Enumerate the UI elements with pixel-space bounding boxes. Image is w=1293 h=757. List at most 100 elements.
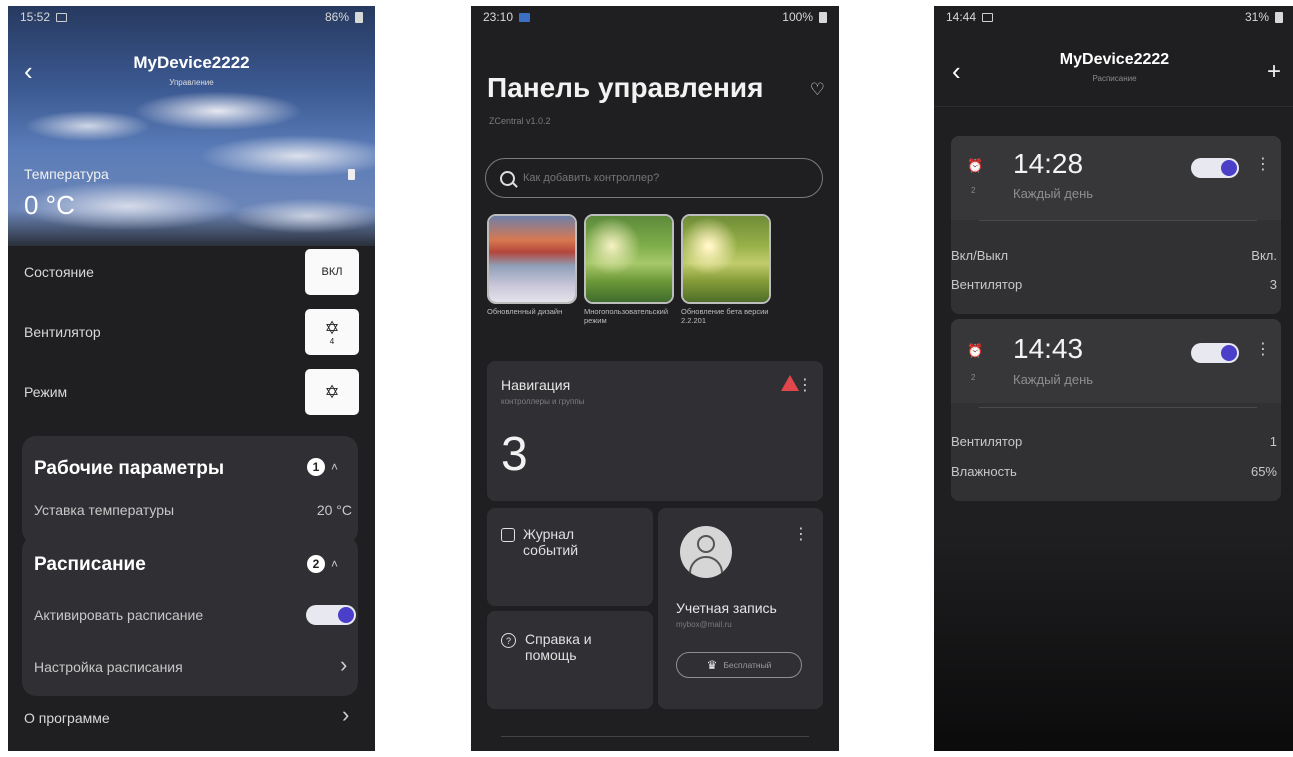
account-tile[interactable]: ⋮ Учетная запись mybox@mail.ru ♛ Бесплат… <box>658 508 823 709</box>
schedule-toggle[interactable] <box>1191 343 1239 363</box>
app-version: ZCentral v1.0.2 <box>489 116 551 126</box>
schedule-time: 14:28 <box>1013 148 1084 179</box>
param-name: Вентилятор <box>951 434 1023 449</box>
temperature-value: 0 °C <box>24 190 75 220</box>
schedule-index: 2 <box>971 186 976 195</box>
story-item[interactable]: Обновленный дизайн <box>487 214 577 317</box>
schedule-settings-label[interactable]: Настройка расписания <box>34 659 183 675</box>
power-button[interactable]: ВКЛ <box>305 249 359 295</box>
working-params-card: Рабочие параметры 1 ˄ Уставка температур… <box>22 436 358 544</box>
controller-count: 3 <box>501 428 528 481</box>
activate-schedule-toggle[interactable] <box>306 605 356 625</box>
param-value: 1 <box>1269 434 1277 449</box>
navigation-subtitle: контроллеры и группы <box>501 397 585 406</box>
alarm-icon: ⏰ <box>967 343 984 358</box>
story-caption: Обновление бета версии 2.2.201 <box>681 307 769 325</box>
schedule-toggle[interactable] <box>1191 158 1239 178</box>
dashboard-screen: 23:10 100% Панель управления ZCentral v1… <box>471 6 839 751</box>
param-name: Вкл/Выкл <box>951 248 1009 263</box>
param-value: 65% <box>1250 464 1277 479</box>
schedule-title: Расписание <box>34 554 146 575</box>
device-control-screen: 15:52 86% ‹ MyDevice2222 Управление Темп… <box>8 6 375 751</box>
setpoint-label: Уставка температуры <box>34 502 175 518</box>
image-icon <box>56 12 68 22</box>
story-item[interactable]: Многопользовательский режим <box>584 214 674 325</box>
battery-icon <box>355 11 363 23</box>
schedule-repeat: Каждый день <box>1013 372 1094 387</box>
help-tile[interactable]: ? Справка и помощь <box>487 611 653 709</box>
status-time: 15:52 <box>20 10 51 24</box>
schedule-time: 14:43 <box>1013 333 1084 364</box>
avatar <box>680 526 732 578</box>
crown-icon: ♛ <box>706 658 718 672</box>
story-item[interactable]: Обновление бета версии 2.2.201 <box>681 214 771 325</box>
search-bar[interactable] <box>485 158 823 198</box>
fan-speed-value: 4 <box>329 336 335 346</box>
power-button-label: ВКЛ <box>321 266 343 278</box>
activate-schedule-label: Активировать расписание <box>34 607 204 623</box>
background-gradient <box>934 531 1293 751</box>
param-value: Вкл. <box>1251 248 1277 263</box>
alarm-icon: ⏰ <box>967 158 984 173</box>
schedule-screen: 14:44 31% ‹ MyDevice2222 Расписание + ⏰ … <box>934 6 1293 751</box>
device-title: MyDevice2222 <box>1059 51 1170 68</box>
schedule-index: 2 <box>971 373 976 382</box>
status-bar: 23:10 100% <box>471 6 839 28</box>
navigation-title: Навигация <box>501 377 571 393</box>
schedule-card: Расписание 2 ˄ Активировать расписание Н… <box>22 536 358 696</box>
collapse-icon[interactable]: ˄ <box>331 460 338 474</box>
battery-percent: 100% <box>782 10 813 24</box>
page-title: Панель управления <box>487 72 764 103</box>
chevron-right-icon[interactable]: › <box>340 654 347 676</box>
more-icon[interactable]: ⋮ <box>793 524 809 544</box>
story-thumbnail <box>487 214 577 304</box>
screen-subtitle: Расписание <box>1092 74 1137 83</box>
device-subtitle: Управление <box>169 78 214 87</box>
app-icon <box>519 12 531 22</box>
sensor-icon[interactable] <box>348 169 355 180</box>
more-icon[interactable]: ⋮ <box>1255 339 1271 359</box>
setpoint-value[interactable]: 20 °C <box>317 502 352 518</box>
working-params-title: Рабочие параметры <box>34 458 225 479</box>
help-icon: ? <box>501 633 516 648</box>
fan-icon: ✡ <box>324 317 340 338</box>
story-caption: Многопользовательский режим <box>584 307 669 325</box>
about-link[interactable]: О программе <box>24 710 110 726</box>
more-icon[interactable]: ⋮ <box>1255 154 1271 174</box>
status-time: 23:10 <box>483 10 514 24</box>
fan-row: Вентилятор ✡ 4 <box>8 302 375 362</box>
journal-icon <box>501 528 515 542</box>
fan-speed-button[interactable]: ✡ 4 <box>305 309 359 355</box>
param-name: Вентилятор <box>951 277 1023 292</box>
plan-label: Бесплатный <box>723 660 772 670</box>
journal-tile[interactable]: Журнал событий <box>487 508 653 606</box>
add-schedule-button[interactable]: + <box>1267 60 1281 84</box>
working-params-badge: 1 <box>307 458 325 476</box>
account-title: Учетная запись <box>676 600 777 616</box>
schedule-item[interactable]: ⏰ 2 14:28 Каждый день ⋮ Вкл/Выкл Вкл. Ве… <box>951 136 1281 314</box>
schedule-badge: 2 <box>307 555 325 573</box>
chevron-right-icon[interactable]: › <box>342 704 349 726</box>
divider <box>501 736 809 737</box>
fan-icon: ✡ <box>324 382 340 402</box>
image-icon <box>982 12 994 22</box>
param-value: 3 <box>1269 277 1277 292</box>
search-icon <box>500 170 515 186</box>
more-icon[interactable]: ⋮ <box>797 375 813 395</box>
bell-icon[interactable]: ♡ <box>810 80 825 100</box>
schedule-repeat: Каждый день <box>1013 186 1094 201</box>
state-label: Состояние <box>24 264 94 280</box>
navigation-tile[interactable]: Навигация контроллеры и группы 3 ⋮ <box>487 361 823 501</box>
divider <box>934 106 1293 107</box>
search-input[interactable] <box>523 172 793 184</box>
status-bar: 15:52 86% <box>8 6 375 28</box>
collapse-icon[interactable]: ˄ <box>331 557 338 571</box>
story-thumbnail <box>681 214 771 304</box>
mode-button[interactable]: ✡ <box>305 369 359 415</box>
account-email: mybox@mail.ru <box>676 620 732 629</box>
schedule-item[interactable]: ⏰ 2 14:43 Каждый день ⋮ Вентилятор 1 Вла… <box>951 319 1281 501</box>
status-time: 14:44 <box>946 10 977 24</box>
mode-row: Режим ✡ <box>8 362 375 422</box>
plan-badge[interactable]: ♛ Бесплатный <box>676 652 802 678</box>
journal-label: Журнал событий <box>523 526 579 559</box>
